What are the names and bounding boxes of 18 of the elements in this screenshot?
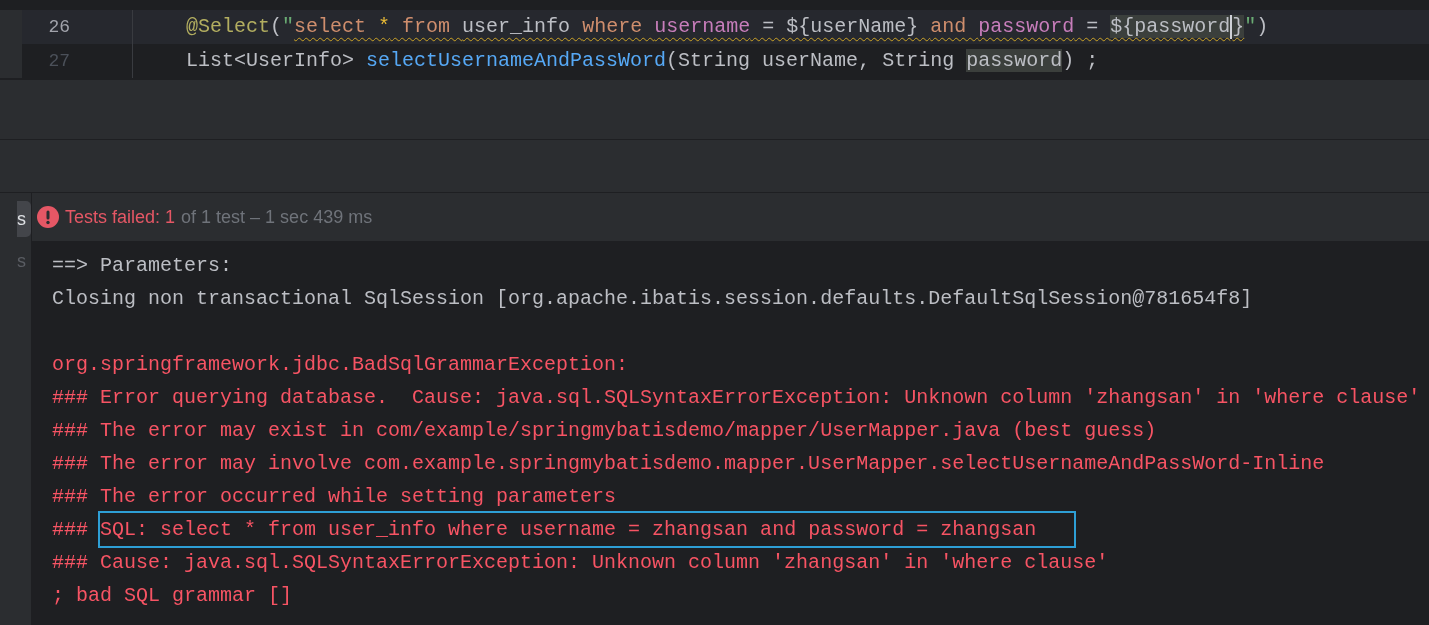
console-line: ### <box>52 517 89 543</box>
error-icon <box>37 206 59 228</box>
side-tab[interactable]: s <box>17 201 31 237</box>
code-line: List<UserInfo> selectUsernameAndPassWord(String userName, String password) ; <box>185 48 1099 74</box>
code-line: @Select("select * from user_info where username = ${userName} and password = ${password}") <box>185 13 1269 41</box>
console-line: ### The error may exist in com/example/springmybatisdemo/mapper/UserMapper.java (best guess) <box>52 418 1157 444</box>
text-caret <box>1230 14 1233 39</box>
console-line: ### The error may involve com.example.springmybatisdemo.mapper.UserMapper.selectUsernameAndPassWord-Inline <box>52 451 1325 477</box>
test-summary: of 1 test – 1 sec 439 ms <box>181 205 373 229</box>
console-line: ==> Parameters: <box>52 253 233 279</box>
console-line: ### The error occurred while setting parameters <box>52 484 617 510</box>
console-line: ### Error querying database. Cause: java.sql.SQLSyntaxErrorException: Unknown column 'zhangsan' in 'where clause' <box>52 385 1421 411</box>
tests-failed-label: Tests failed: 1 <box>65 205 176 229</box>
line-number: 26 <box>47 15 70 39</box>
console-line: Closing non transactional SqlSession [org.apache.ibatis.session.defaults.DefaultSqlSession@781654f8] <box>52 286 1253 312</box>
console-line: ; bad SQL grammar [] <box>52 583 293 609</box>
console-line: ### Cause: java.sql.SQLSyntaxErrorException: Unknown column 'zhangsan' in 'where clause' <box>52 550 1109 576</box>
console-line: org.springframework.jdbc.BadSqlGrammarException: <box>52 352 630 378</box>
